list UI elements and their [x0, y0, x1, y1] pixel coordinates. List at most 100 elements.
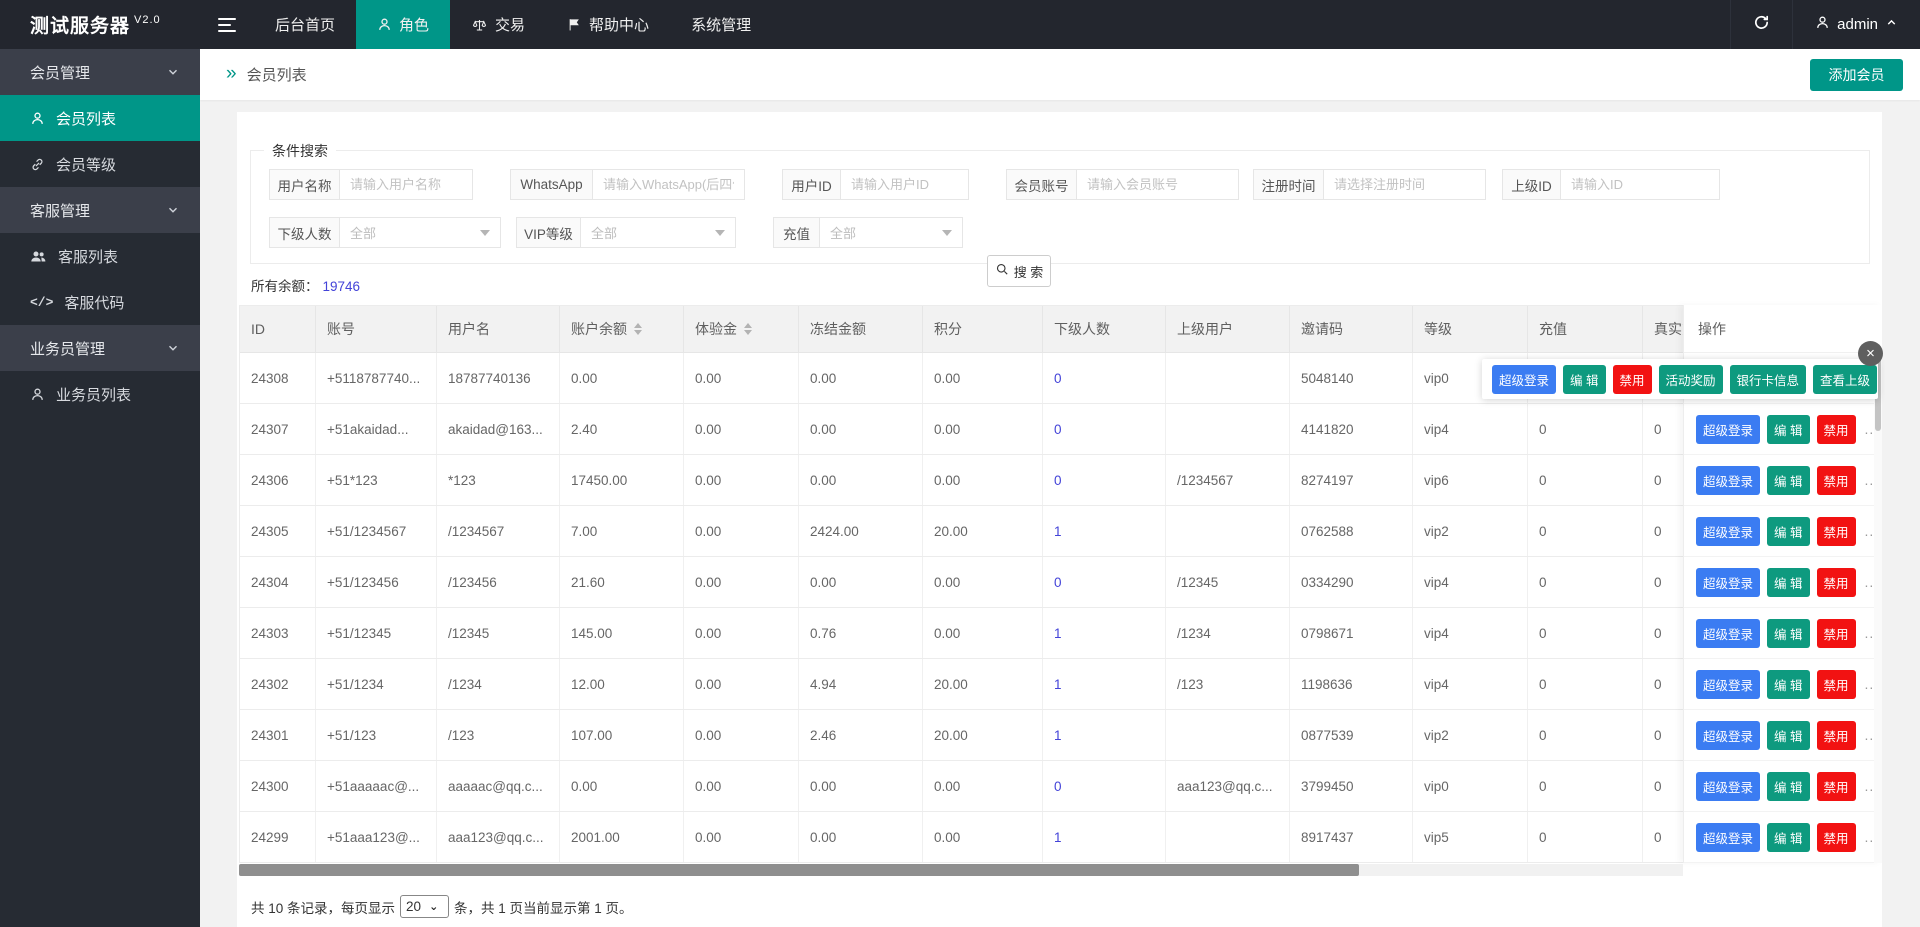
top-menu-item-3[interactable]: 帮助中心 [546, 0, 670, 49]
field-input-2[interactable] [841, 170, 968, 199]
page-size-select[interactable]: 20 ⌄ [400, 895, 449, 918]
field-input-0[interactable] [340, 170, 472, 199]
row-action-0[interactable]: 超级登录 [1696, 823, 1760, 852]
row-action-1[interactable]: 编 辑 [1767, 568, 1809, 597]
row-action-0[interactable]: 超级登录 [1696, 670, 1760, 699]
cell-username: /123 [437, 710, 560, 760]
cell-subs: 1 [1043, 506, 1166, 556]
top-menu-item-2[interactable]: 交易 [450, 0, 546, 49]
row-action-2[interactable]: 禁用 [1817, 415, 1856, 444]
cell-trial: 0.00 [684, 353, 799, 403]
subordinates-link[interactable]: 0 [1054, 473, 1062, 488]
overlay-action-4[interactable]: 银行卡信息 [1730, 365, 1807, 394]
overlay-action-0[interactable]: 超级登录 [1492, 365, 1556, 394]
row-action-2[interactable]: 禁用 [1817, 721, 1856, 750]
subordinates-link[interactable]: 1 [1054, 830, 1062, 845]
code-icon: </> [30, 295, 53, 310]
row-action-0[interactable]: 超级登录 [1696, 415, 1760, 444]
subordinates-link[interactable]: 1 [1054, 677, 1062, 692]
column-header-3[interactable]: 账户余额 [560, 306, 684, 352]
sidebar-item-1[interactable]: 会员列表 [0, 95, 200, 141]
row-action-2[interactable]: 禁用 [1817, 517, 1856, 546]
cell-real: 0 [1643, 659, 1683, 709]
row-action-2[interactable]: 禁用 [1817, 568, 1856, 597]
field-input-5[interactable] [1561, 170, 1719, 199]
cell-account: +51/12345 [316, 608, 437, 658]
cell-real: 0 [1643, 557, 1683, 607]
cell-recharge: 0 [1528, 404, 1643, 454]
overlay-action-2[interactable]: 禁用 [1613, 365, 1652, 394]
refresh-icon [1753, 14, 1770, 35]
sidebar-group-0[interactable]: 会员管理 [0, 49, 200, 95]
search-select-0[interactable]: 下级人数全部 [269, 217, 501, 248]
row-action-1[interactable]: 编 辑 [1767, 823, 1809, 852]
field-input-3[interactable] [1077, 170, 1238, 199]
subordinates-link[interactable]: 1 [1054, 524, 1062, 539]
search-select-2[interactable]: 充值全部 [773, 217, 963, 248]
action-column-header: 操作 [1684, 305, 1882, 353]
top-menu-label: 后台首页 [275, 14, 335, 35]
row-action-1[interactable]: 编 辑 [1767, 721, 1809, 750]
row-action-0[interactable]: 超级登录 [1696, 466, 1760, 495]
field-input-1[interactable] [593, 170, 744, 199]
top-menu-item-4[interactable]: 系统管理 [670, 0, 772, 49]
vertical-scrollbar[interactable] [1874, 353, 1882, 863]
cell-account: +51/1234567 [316, 506, 437, 556]
sidebar-item-7[interactable]: 业务员列表 [0, 371, 200, 417]
row-action-1[interactable]: 编 辑 [1767, 670, 1809, 699]
row-action-1[interactable]: 编 辑 [1767, 517, 1809, 546]
overlay-action-5[interactable]: 查看上级 [1813, 365, 1877, 394]
sidebar-item-4[interactable]: 客服列表 [0, 233, 200, 279]
balance-value[interactable]: 19746 [323, 279, 361, 294]
row-action-1[interactable]: 编 辑 [1767, 619, 1809, 648]
subordinates-link[interactable]: 1 [1054, 728, 1062, 743]
overlay-action-1[interactable]: 编 辑 [1563, 365, 1605, 394]
subordinates-link[interactable]: 0 [1054, 575, 1062, 590]
row-action-1[interactable]: 编 辑 [1767, 415, 1809, 444]
sidebar-item-2[interactable]: 会员等级 [0, 141, 200, 187]
search-button[interactable]: 搜 索 [987, 255, 1051, 287]
overlay-action-3[interactable]: 活动奖励 [1659, 365, 1723, 394]
row-action-1[interactable]: 编 辑 [1767, 466, 1809, 495]
member-table: ID账号用户名账户余额体验金冻结金额积分下级人数上级用户邀请码等级充值真实充值2… [239, 305, 1882, 863]
add-member-button[interactable]: 添加会员 [1810, 59, 1903, 91]
row-action-0[interactable]: 超级登录 [1696, 772, 1760, 801]
row-action-2[interactable]: 禁用 [1817, 670, 1856, 699]
search-select-1[interactable]: VIP等级全部 [516, 217, 736, 248]
row-action-2[interactable]: 禁用 [1817, 466, 1856, 495]
column-header-4[interactable]: 体验金 [684, 306, 799, 352]
pagination: 共 10 条记录，每页显示 20 ⌄ 条，共 1 页当前显示第 1 页。 [251, 895, 633, 918]
sidebar-group-3[interactable]: 客服管理 [0, 187, 200, 233]
refresh-button[interactable] [1730, 0, 1792, 49]
cell-invite: 1198636 [1290, 659, 1413, 709]
menu-toggle-icon[interactable] [200, 0, 254, 49]
row-action-0[interactable]: 超级登录 [1696, 619, 1760, 648]
row-action-2[interactable]: 禁用 [1817, 823, 1856, 852]
top-menu-item-0[interactable]: 后台首页 [254, 0, 356, 49]
sidebar-group-6[interactable]: 业务员管理 [0, 325, 200, 371]
sort-icon[interactable] [634, 323, 642, 335]
row-action-0[interactable]: 超级登录 [1696, 721, 1760, 750]
sidebar-item-5[interactable]: </>客服代码 [0, 279, 200, 325]
row-action-0[interactable]: 超级登录 [1696, 517, 1760, 546]
field-label: 充值 [774, 218, 820, 247]
subordinates-link[interactable]: 0 [1054, 371, 1062, 386]
user-menu[interactable]: admin [1792, 0, 1920, 49]
field-input-4[interactable] [1324, 170, 1485, 199]
row-action-2[interactable]: 禁用 [1817, 619, 1856, 648]
cell-trial: 0.00 [684, 710, 799, 760]
horizontal-scrollbar[interactable] [239, 864, 1683, 876]
horizontal-scrollbar-thumb[interactable] [239, 864, 1359, 876]
row-action-0[interactable]: 超级登录 [1696, 568, 1760, 597]
sort-icon[interactable] [744, 323, 752, 335]
row-action-2[interactable]: 禁用 [1817, 772, 1856, 801]
row-action-1[interactable]: 编 辑 [1767, 772, 1809, 801]
top-menu-item-1[interactable]: 角色 [356, 0, 450, 49]
column-header-6: 积分 [923, 306, 1043, 352]
table-header-row: ID账号用户名账户余额体验金冻结金额积分下级人数上级用户邀请码等级充值真实充值 [240, 305, 1683, 353]
cell-recharge: 0 [1528, 812, 1643, 862]
subordinates-link[interactable]: 0 [1054, 779, 1062, 794]
subordinates-link[interactable]: 1 [1054, 626, 1062, 641]
close-icon[interactable]: × [1858, 341, 1883, 366]
subordinates-link[interactable]: 0 [1054, 422, 1062, 437]
